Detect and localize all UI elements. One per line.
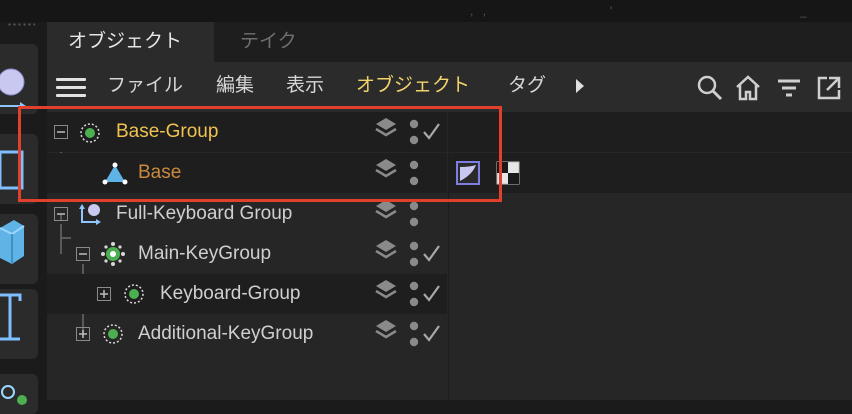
spline-tool-button[interactable] [0, 134, 38, 204]
object-tree: Base-Group Base Full-Keyboard Group Main… [47, 112, 447, 400]
tool-palette [0, 34, 38, 414]
tab-takes[interactable]: テイク [219, 22, 318, 62]
tag-row [449, 112, 852, 152]
sphere-arrow-icon [0, 68, 26, 110]
polygon-object-icon [102, 162, 128, 185]
tags-column [448, 112, 852, 400]
text-spline-icon [0, 293, 22, 341]
menu-tag[interactable]: タグ [508, 62, 546, 112]
collapse-minus-icon[interactable] [76, 247, 90, 261]
tree-row-label: Keyboard-Group [160, 283, 301, 304]
menu-edit[interactable]: 編集 [216, 62, 254, 112]
filter-icon[interactable] [775, 74, 803, 102]
tab-bar: オブジェクト テイク [47, 22, 852, 62]
tree-row-label: Main-KeyGroup [138, 243, 272, 264]
search-icon[interactable] [696, 74, 724, 102]
tree-row-label: Base [138, 162, 182, 183]
square-spline-icon [0, 150, 24, 190]
panel-grip-handle[interactable] [7, 22, 35, 28]
cloner-icon [101, 242, 125, 266]
window-top-strip: , , ' _ [0, 0, 852, 22]
row-status-base-group [375, 118, 440, 145]
null-object-icon [103, 324, 123, 344]
collapse-minus-icon[interactable] [54, 207, 68, 221]
null-object-icon [80, 123, 100, 143]
row-status-main-keygroup [375, 240, 440, 267]
menu-object[interactable]: オブジェクト [356, 62, 470, 112]
null-object-icon [124, 284, 144, 304]
menu-view[interactable]: 表示 [286, 62, 324, 112]
generator-tool-button[interactable] [0, 374, 38, 414]
collapse-minus-icon[interactable] [54, 125, 68, 139]
tree-row-label: Full-Keyboard Group [116, 203, 293, 224]
row-status-full-keyboard-group [375, 200, 419, 227]
home-icon[interactable] [734, 74, 762, 102]
tree-row-label: Base-Group [116, 121, 219, 142]
connector-object-icon [79, 204, 101, 225]
external-window-icon[interactable] [815, 74, 843, 102]
menu-file[interactable]: ファイル [107, 62, 183, 112]
row-status-base [375, 159, 419, 186]
top-strip-glyph: , , [470, 4, 490, 18]
phong-tag-icon[interactable] [456, 161, 480, 185]
top-strip-glyph: ' [610, 4, 616, 18]
row-status-additional-keygroup [375, 320, 440, 347]
object-manager-panel: オブジェクト テイク ファイル 編集 表示 オブジェクト タグ Base-Gro… [47, 22, 852, 400]
expand-plus-icon[interactable] [97, 287, 111, 301]
menu-bar: ファイル 編集 表示 オブジェクト タグ [47, 62, 852, 112]
top-strip-glyph: _ [800, 4, 810, 18]
row-status-icons [375, 118, 440, 347]
tree-row-label: Additional-KeyGroup [138, 323, 314, 344]
sphere-tool-button[interactable] [0, 44, 38, 114]
generator-icon [1, 385, 27, 405]
cube-tool-button[interactable] [0, 214, 38, 284]
hamburger-menu-icon[interactable] [56, 78, 86, 98]
text-tool-button[interactable] [0, 289, 38, 359]
cube-icon [0, 220, 25, 264]
tag-row [449, 153, 852, 193]
expand-plus-icon[interactable] [76, 327, 90, 341]
menu-overflow-arrow-icon[interactable] [576, 79, 584, 93]
material-tag-icon[interactable] [496, 161, 520, 185]
tab-objects[interactable]: オブジェクト [47, 22, 214, 62]
row-status-keyboard-group [375, 280, 440, 307]
